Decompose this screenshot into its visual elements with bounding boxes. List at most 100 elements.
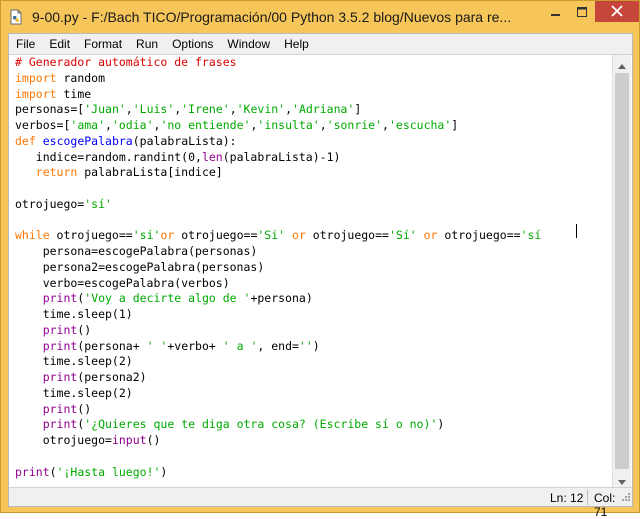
code-token-string: 'si' xyxy=(132,228,161,243)
code-line[interactable] xyxy=(15,213,611,229)
scroll-down-button[interactable] xyxy=(613,471,631,488)
code-token-plain: , xyxy=(285,102,293,117)
code-token-plain: personas=[ xyxy=(15,102,85,117)
code-token-plain: ( xyxy=(49,464,57,479)
menu-help[interactable]: Help xyxy=(277,34,316,54)
code-line[interactable]: print() xyxy=(15,402,611,418)
code-token-keyword: or xyxy=(423,228,438,243)
maximize-button[interactable] xyxy=(569,1,595,22)
code-line[interactable]: persona=escogePalabra(personas) xyxy=(15,244,611,260)
code-line[interactable]: import time xyxy=(15,87,611,103)
code-token-plain: (palabraLista): xyxy=(132,133,237,148)
code-token-string: '' xyxy=(298,338,313,353)
code-token-string: 'sí xyxy=(520,228,542,243)
code-line[interactable]: otrojuego=input() xyxy=(15,433,611,449)
code-token-string: 'escucha' xyxy=(388,118,452,132)
code-line[interactable]: persona2=escogePalabra(personas) xyxy=(15,260,611,276)
minimize-button[interactable] xyxy=(543,1,569,22)
code-token-plain: , xyxy=(105,118,112,132)
code-line[interactable]: return palabraLista[indice] xyxy=(15,165,611,181)
code-token-plain: persona=escogePalabra(personas) xyxy=(15,244,258,258)
editor-area[interactable]: # Generador automático de frases import r… xyxy=(9,54,632,488)
code-line[interactable] xyxy=(15,449,611,465)
code-token-string: 'Sí' xyxy=(388,228,417,243)
code-line[interactable]: def escogePalabra(palabraLista): xyxy=(15,134,611,150)
code-token-builtin: print xyxy=(42,401,78,416)
code-token-plain: ] xyxy=(354,102,362,117)
code-line[interactable]: time.sleep(2) xyxy=(15,354,611,370)
close-icon xyxy=(611,2,623,21)
code-token-string: 'Luis' xyxy=(132,102,175,117)
code-line[interactable]: print(persona+ ' '+verbo+ ' a ', end='') xyxy=(15,339,611,355)
status-line-number: Ln: 12 xyxy=(550,491,584,505)
code-token-plain: () xyxy=(77,401,92,416)
code-line[interactable]: print() xyxy=(15,323,611,339)
code-token-plain: , end= xyxy=(257,338,299,353)
code-line[interactable]: time.sleep(2) xyxy=(15,386,611,402)
code-token-keyword: import xyxy=(15,86,57,101)
code-line[interactable] xyxy=(15,181,611,197)
client-area: File Edit Format Run Options Window Help… xyxy=(8,33,633,519)
code-token-builtin: print xyxy=(15,464,50,479)
code-line[interactable]: verbo=escogePalabra(verbos) xyxy=(15,276,611,292)
code-line[interactable]: print(persona2) xyxy=(15,370,611,386)
code-token-def: escogePalabra xyxy=(42,133,133,148)
code-token-plain: , xyxy=(382,118,389,132)
code-token-string: '¿Quieres que te diga otra cosa? (Escrib… xyxy=(84,417,438,432)
code-line[interactable]: personas=['Juan','Luis','Irene','Kevin',… xyxy=(15,102,611,118)
scroll-up-button[interactable] xyxy=(613,55,631,72)
title-bar[interactable]: 9-00.py - F:/Bach TICO/Programación/00 P… xyxy=(1,1,639,33)
code-token-keyword: def xyxy=(15,133,36,148)
scroll-thumb[interactable] xyxy=(615,73,629,469)
python-file-icon xyxy=(8,9,24,25)
menu-run[interactable]: Run xyxy=(129,34,165,54)
code-line[interactable]: print('¡Hasta luego!') xyxy=(15,465,611,481)
text-cursor xyxy=(576,224,577,238)
code-line[interactable]: print('Voy a decirte algo de '+persona) xyxy=(15,291,611,307)
menu-window[interactable]: Window xyxy=(220,34,277,54)
code-line[interactable]: import random xyxy=(15,71,611,87)
code-token-plain: ] xyxy=(451,118,459,132)
minimize-icon xyxy=(551,2,561,21)
menu-options[interactable]: Options xyxy=(165,34,220,54)
code-token-string: 'no entiende' xyxy=(160,118,251,132)
code-token-builtin: print xyxy=(42,417,78,432)
arrow-up-icon xyxy=(618,54,626,73)
menu-edit[interactable]: Edit xyxy=(42,34,77,54)
code-token-string: 'Irene' xyxy=(181,102,230,117)
code-text[interactable]: # Generador automático de frases import r… xyxy=(15,55,611,488)
code-line[interactable]: otrojuego='sí' xyxy=(15,197,611,213)
code-line[interactable]: # Generador automático de frases xyxy=(15,55,611,71)
code-token-string: 'sonrie' xyxy=(326,118,383,132)
code-token-plain: otrojuego== xyxy=(174,228,258,243)
code-token-plain: +persona) xyxy=(250,291,313,306)
code-token-string: 'Adriana' xyxy=(292,102,355,117)
window-title: 9-00.py - F:/Bach TICO/Programación/00 P… xyxy=(32,9,512,25)
resize-grip-icon[interactable] xyxy=(621,491,631,505)
code-line[interactable]: indice=random.randint(0,len(palabraLista… xyxy=(15,150,611,166)
code-token-plain: () xyxy=(146,433,161,447)
code-line[interactable]: while otrojuego=='si'or otrojuego=='Si' … xyxy=(15,228,611,244)
close-button[interactable] xyxy=(595,1,639,22)
code-token-string: 'Kevin' xyxy=(236,102,286,117)
code-line[interactable]: verbos=['ama','odia','no entiende','insu… xyxy=(15,118,611,134)
menu-format[interactable]: Format xyxy=(77,34,129,54)
code-line[interactable]: print('¿Quieres que te diga otra cosa? (… xyxy=(15,417,611,433)
code-token-string: 'odia' xyxy=(111,118,154,132)
menu-file[interactable]: File xyxy=(9,34,42,54)
code-token-builtin: print xyxy=(42,291,78,306)
status-bar: Ln: 12 Col: 71 xyxy=(9,487,632,519)
code-token-plain: , xyxy=(229,102,237,117)
code-token-plain: () xyxy=(77,322,92,337)
code-token-keyword: while xyxy=(15,228,50,243)
vertical-scrollbar[interactable] xyxy=(612,55,631,488)
code-token-plain: verbos=[ xyxy=(15,118,71,132)
maximize-icon xyxy=(577,2,587,21)
code-token-keyword: import xyxy=(15,70,57,85)
code-line[interactable]: time.sleep(1) xyxy=(15,307,611,323)
